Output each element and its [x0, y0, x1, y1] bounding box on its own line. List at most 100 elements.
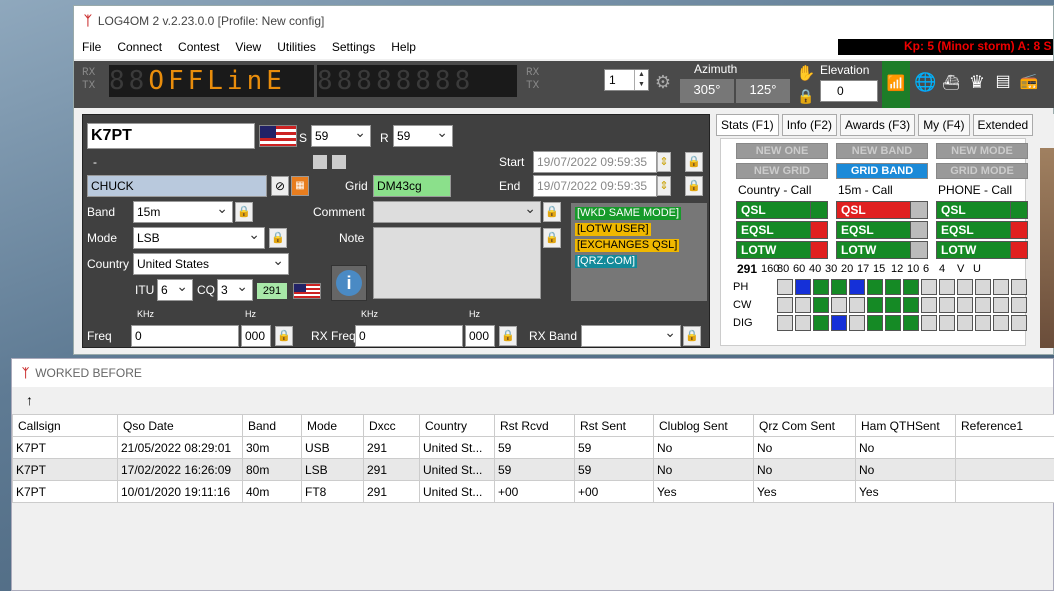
radio-icon[interactable]: 📻	[1018, 71, 1040, 93]
mode-lock-icon[interactable]: 🔒	[269, 228, 287, 248]
menu-help[interactable]: Help	[383, 40, 424, 54]
stats-panel: Stats (F1) Info (F2) Awards (F3) My (F4)…	[716, 114, 1054, 348]
col-reference1[interactable]: Reference1	[955, 414, 1054, 437]
menu-connect[interactable]: Connect	[109, 40, 170, 54]
gear-icon[interactable]: ⚙	[652, 71, 674, 93]
azimuth-target[interactable]: 125°	[736, 79, 790, 103]
globe-icon[interactable]: 🌐	[914, 71, 936, 93]
new-one-button[interactable]: NEW ONE	[736, 143, 828, 159]
itu-label: ITU	[135, 283, 155, 297]
col-band[interactable]: Band	[242, 414, 302, 437]
azimuth-label: Azimuth	[694, 62, 738, 76]
comment-label: Comment	[313, 205, 366, 219]
band-mode-cell	[1011, 297, 1027, 313]
col-callsign[interactable]: Callsign	[12, 414, 118, 437]
band-mode-cell	[885, 279, 901, 295]
new-grid-button[interactable]: NEW GRID	[736, 163, 828, 179]
callsign-input[interactable]: K7PT	[87, 123, 255, 149]
itu-select[interactable]: 6	[157, 279, 193, 301]
main-titlebar: ᛉ LOG4OM 2 v.2.23.0.0 [Profile: New conf…	[74, 6, 1053, 35]
tab-info[interactable]: Info (F2)	[781, 114, 838, 136]
band-select[interactable]: 15m	[133, 201, 233, 223]
col-rst-sent[interactable]: Rst Sent	[574, 414, 654, 437]
col-qrz-sent[interactable]: Qrz Com Sent	[753, 414, 856, 437]
table-row[interactable]: K7PT 10/01/2020 19:11:16 40m FT8 291 United S…	[12, 480, 1054, 503]
chess-king-icon[interactable]: ♛	[966, 71, 988, 93]
col-hamqth-sent[interactable]: Ham QTHSent	[855, 414, 956, 437]
comment-input[interactable]	[373, 201, 541, 223]
new-mode-button[interactable]: NEW MODE	[936, 143, 1028, 159]
tab-awards[interactable]: Awards (F3)	[840, 114, 916, 136]
table-cell	[955, 458, 1054, 481]
name-input[interactable]: CHUCK	[87, 175, 267, 197]
grid-band-button[interactable]: GRID BAND	[836, 163, 928, 179]
rst-sent-select[interactable]: 59	[311, 125, 371, 147]
note-textarea[interactable]	[373, 227, 541, 299]
qrz-icon[interactable]: ▦	[291, 176, 309, 196]
rxfreq-khz-input[interactable]: 0	[355, 325, 463, 347]
grid-input[interactable]: DM43cg	[373, 175, 451, 197]
rst-received-select[interactable]: 59	[393, 125, 453, 147]
menu-contest[interactable]: Contest	[170, 40, 227, 54]
band-eqsl-label: EQSL	[841, 223, 874, 237]
elevation-spinner[interactable]: 0	[820, 80, 878, 102]
table-row[interactable]: K7PT 21/05/2022 08:29:01 30m USB 291 United S…	[12, 436, 1054, 459]
mode-select[interactable]: LSB	[133, 227, 265, 249]
rxband-select[interactable]	[581, 325, 681, 347]
spinner-arrows-icon[interactable]: ▲ ▼	[634, 70, 648, 90]
new-band-button[interactable]: NEW BAND	[836, 143, 928, 159]
menu-utilities[interactable]: Utilities	[269, 40, 324, 54]
lock-icon[interactable]: 🔒	[795, 85, 817, 107]
tag-qrz-com[interactable]: [QRZ.COM]	[575, 255, 638, 268]
rxfreq-lock-icon[interactable]: 🔒	[499, 326, 517, 346]
country-select[interactable]: United States	[133, 253, 289, 275]
end-spin-icon[interactable]: ⇕	[657, 176, 671, 196]
note-lock-icon[interactable]: 🔒	[543, 228, 561, 248]
rxfreq-hz-input[interactable]: 000	[465, 325, 495, 347]
menu-settings[interactable]: Settings	[324, 40, 383, 54]
dxcc-badge: 291	[257, 283, 287, 299]
info-button[interactable]: i	[331, 265, 367, 301]
cq-select[interactable]: 3	[217, 279, 253, 301]
col-dxcc[interactable]: Dxcc	[363, 414, 420, 437]
tab-my[interactable]: My (F4)	[918, 114, 970, 136]
worked-before-table: Callsign Qso Date Band Mode Dxcc Country…	[12, 414, 1054, 503]
stop-hand-icon[interactable]: ✋	[795, 63, 817, 85]
end-time-field[interactable]: 19/07/2022 09:59:35	[533, 175, 657, 197]
start-lock-icon[interactable]: 🔒	[685, 152, 703, 172]
col-rst-rcvd[interactable]: Rst Rcvd	[494, 414, 575, 437]
rxfreq-label: RX Freq	[311, 329, 356, 343]
server-icon[interactable]: ▤	[992, 71, 1014, 93]
ship-icon[interactable]: ⛴	[940, 71, 962, 93]
rotor-number-spinner[interactable]: 1 ▲ ▼	[604, 69, 649, 91]
start-spin-icon[interactable]: ⇕	[657, 152, 671, 172]
start-time-field[interactable]: 19/07/2022 09:59:35	[533, 151, 657, 173]
col-country[interactable]: Country	[419, 414, 495, 437]
col-qso-date[interactable]: Qso Date	[117, 414, 243, 437]
freq-lock-icon[interactable]: 🔒	[275, 326, 293, 346]
tab-stats[interactable]: Stats (F1)	[716, 114, 779, 136]
freq-hz-input[interactable]: 000	[241, 325, 271, 347]
freq-khz-input[interactable]: 0	[131, 325, 239, 347]
table-row[interactable]: K7PT 17/02/2022 16:26:09 80m LSB 291 United S…	[12, 458, 1054, 481]
band-header-U: U	[973, 263, 981, 275]
up-arrow-icon[interactable]: ↑	[26, 392, 33, 408]
table-cell: FT8	[301, 480, 364, 503]
col-mode[interactable]: Mode	[301, 414, 364, 437]
table-cell: K7PT	[12, 436, 118, 459]
menu-file[interactable]: File	[74, 40, 109, 54]
menu-view[interactable]: View	[227, 40, 269, 54]
comment-lock-icon[interactable]: 🔒	[543, 202, 561, 222]
rx-label-2: RX	[526, 67, 540, 79]
table-cell	[955, 436, 1054, 459]
rxband-lock-icon[interactable]: 🔒	[683, 326, 701, 346]
col-clublog-sent[interactable]: Clublog Sent	[653, 414, 754, 437]
grid-mode-button[interactable]: GRID MODE	[936, 163, 1028, 179]
end-lock-icon[interactable]: 🔒	[685, 176, 703, 196]
band-qsl-label: QSL	[841, 203, 866, 217]
wb-toolbar: ↑	[12, 387, 1053, 413]
band-lock-icon[interactable]: 🔒	[235, 202, 253, 222]
lookup-icon[interactable]: ⊘	[271, 176, 289, 196]
tab-extended[interactable]: Extended	[972, 114, 1034, 136]
table-cell: Yes	[753, 480, 856, 503]
